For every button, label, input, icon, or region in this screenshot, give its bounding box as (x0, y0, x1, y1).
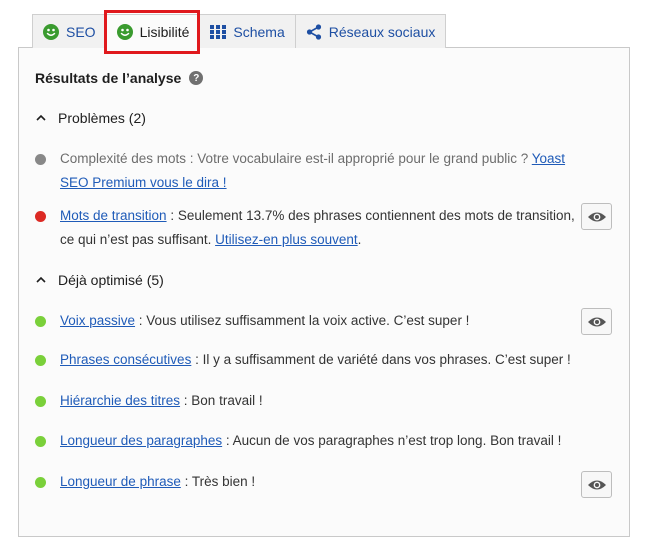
item-text: : Vous utilisez suffisamment la voix act… (135, 313, 470, 328)
list-item: Mots de transition : Seulement 13.7% des… (35, 204, 575, 252)
item-link[interactable]: Longueur de phrase (60, 474, 181, 489)
tab-label: Réseaux sociaux (328, 23, 436, 40)
status-dot-gray (35, 154, 46, 165)
section-title: Déjà optimisé (5) (58, 272, 164, 288)
help-icon[interactable]: ? (189, 71, 204, 85)
chevron-up-icon (36, 276, 46, 283)
status-dot-green (35, 355, 46, 366)
item-link[interactable]: Longueur des paragraphes (60, 433, 222, 448)
smiley-icon (43, 23, 59, 40)
section-problems-toggle[interactable]: Problèmes (2) (35, 110, 146, 126)
item-text: : Bon travail ! (180, 393, 263, 408)
item-link[interactable]: Utilisez-en plus souvent (215, 232, 358, 247)
highlight-eye-button[interactable] (581, 203, 612, 230)
tab-schema[interactable]: Schema (199, 14, 296, 48)
item-link[interactable]: Phrases consécutives (60, 352, 191, 367)
status-dot-green (35, 316, 46, 327)
status-dot-green (35, 396, 46, 407)
list-item: Complexité des mots : Votre vocabulaire … (35, 147, 575, 195)
status-dot-green (35, 477, 46, 488)
item-text: : Aucun de vos paragraphes n’est trop lo… (222, 433, 562, 448)
chevron-up-icon (36, 114, 46, 121)
item-link[interactable]: Hiérarchie des titres (60, 393, 180, 408)
grid-icon (210, 24, 227, 39)
item-text: . (357, 232, 362, 247)
section-good-toggle[interactable]: Déjà optimisé (5) (35, 272, 164, 288)
highlight-eye-button[interactable] (581, 471, 612, 498)
list-item: Longueur des paragraphes : Aucun de vos … (35, 429, 575, 453)
tab-label: Schema (233, 23, 285, 40)
heading-text: Résultats de l’analyse (35, 70, 182, 86)
item-link[interactable]: Mots de transition (60, 208, 167, 223)
eye-icon (587, 317, 606, 326)
eye-icon (587, 212, 606, 221)
share-icon (306, 23, 321, 40)
item-link[interactable]: Voix passive (60, 313, 135, 328)
item-text: Complexité des mots : Votre vocabulaire … (60, 151, 532, 166)
item-text: : Il y a suffisamment de variété dans vo… (191, 352, 571, 367)
item-text: : Très bien ! (180, 474, 256, 489)
tab-bar: SEO Lisibilité Schema Réseaux sociaux (32, 14, 447, 49)
list-item: Longueur de phrase : Très bien ! (35, 470, 575, 494)
tab-seo[interactable]: SEO (32, 14, 107, 48)
tab-label: SEO (66, 23, 96, 40)
list-item: Phrases consécutives : Il y a suffisamme… (35, 348, 575, 372)
section-title: Problèmes (2) (58, 110, 146, 126)
list-item: Voix passive : Vous utilisez suffisammen… (35, 309, 575, 333)
status-dot-green (35, 436, 46, 447)
eye-icon (587, 480, 606, 489)
list-item: Hiérarchie des titres : Bon travail ! (35, 389, 575, 413)
highlight-eye-button[interactable] (581, 308, 612, 335)
smiley-icon (116, 24, 133, 40)
tab-reseaux-sociaux[interactable]: Réseaux sociaux (294, 14, 447, 48)
status-dot-red (35, 211, 46, 222)
tab-lisibilite[interactable]: Lisibilité (105, 14, 201, 49)
tab-label: Lisibilité (139, 24, 190, 40)
analysis-heading: Résultats de l’analyse ? (35, 70, 204, 86)
